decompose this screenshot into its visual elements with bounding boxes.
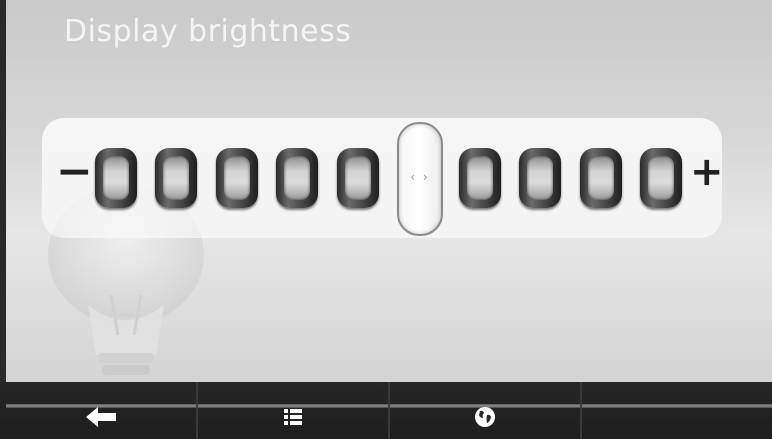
empty-nav-button <box>582 382 772 439</box>
brightness-step[interactable] <box>155 148 197 208</box>
brightness-step[interactable] <box>640 148 682 208</box>
menu-button[interactable] <box>198 382 388 439</box>
brightness-step[interactable] <box>95 148 137 208</box>
list-icon <box>284 408 302 425</box>
brightness-step[interactable] <box>276 148 318 208</box>
page-title: Display brightness <box>64 14 352 49</box>
brightness-step[interactable] <box>580 148 622 208</box>
brightness-step[interactable] <box>459 148 501 208</box>
decrease-brightness-button[interactable]: − <box>56 150 93 194</box>
increase-brightness-button[interactable]: + <box>690 152 724 192</box>
brightness-step[interactable] <box>216 148 258 208</box>
language-button[interactable] <box>390 382 580 439</box>
brightness-step[interactable] <box>519 148 561 208</box>
back-button[interactable] <box>6 382 196 439</box>
bottom-navbar <box>0 382 772 439</box>
globe-icon <box>475 406 495 427</box>
brightness-slider-handle[interactable]: ‹ › <box>397 122 443 236</box>
drag-arrows-icon: ‹ › <box>410 170 430 184</box>
back-arrow-icon <box>86 406 116 427</box>
brightness-step[interactable] <box>337 148 379 208</box>
